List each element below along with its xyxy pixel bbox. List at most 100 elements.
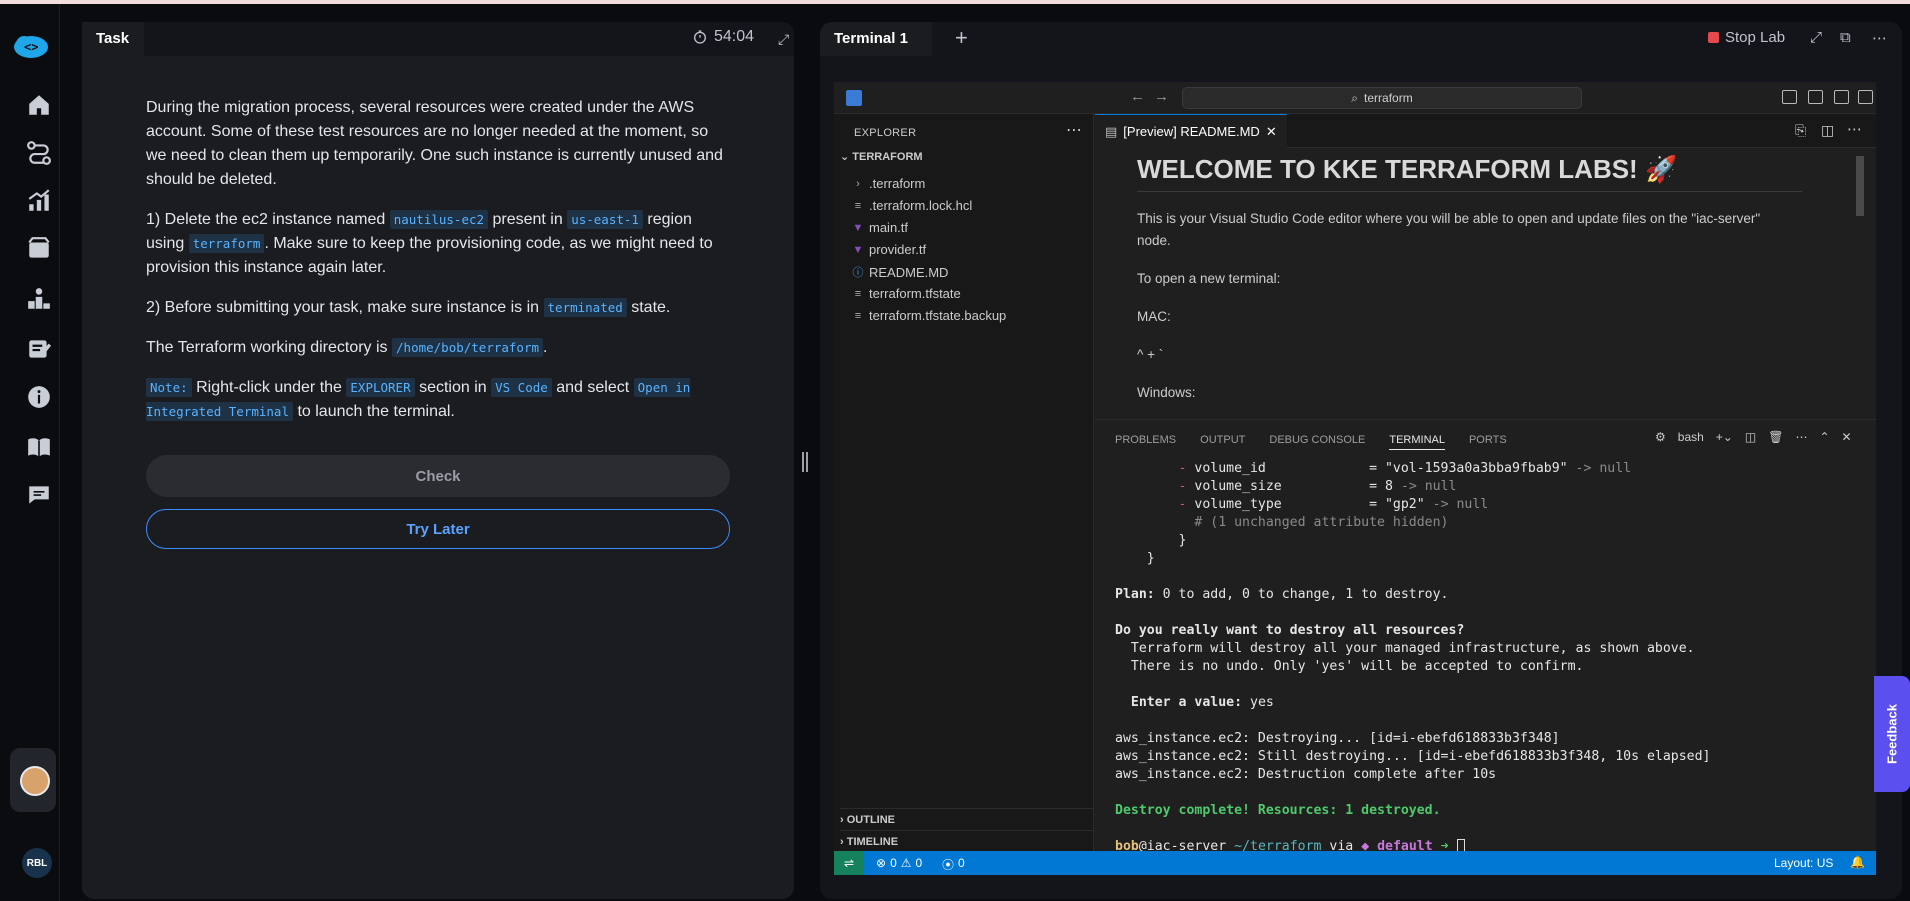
task-description: During the migration process, several re… <box>146 96 731 440</box>
roadmap-icon[interactable] <box>26 140 56 170</box>
editor-scrollbar[interactable] <box>1856 156 1864 216</box>
readme-paragraph: To open a new terminal: <box>1137 271 1281 286</box>
check-button[interactable]: Check <box>146 455 730 497</box>
vscode-titlebar: ← → ⌕ terraform <box>834 82 1876 114</box>
tree-item[interactable]: ≡ .terraform.lock.hcl <box>852 198 973 213</box>
code-terraform: terraform <box>188 234 265 253</box>
trash-icon[interactable]: 🗑 <box>1768 430 1783 444</box>
chevron-right-icon: › <box>840 836 847 848</box>
panel-resize-handle[interactable] <box>802 452 808 472</box>
file-lines-icon: ≡ <box>854 287 862 300</box>
timeline-section[interactable]: › TIMELINE <box>840 830 1094 848</box>
terminal-output[interactable]: - volume_id = "vol-1593a0a3bba9fbab9" ->… <box>1115 460 1855 856</box>
back-arrow-icon[interactable]: ← <box>1130 88 1145 105</box>
layout-icon[interactable] <box>1782 90 1797 104</box>
shell-name[interactable]: bash <box>1678 430 1704 444</box>
feedback-button[interactable]: Feedback <box>1874 676 1910 792</box>
tab-ports[interactable]: PORTS <box>1469 434 1507 450</box>
bell-icon[interactable]: 🔔 <box>1850 855 1865 869</box>
close-panel-icon[interactable]: ✕ <box>1842 430 1852 444</box>
panel-more-icon[interactable]: ⋯ <box>1795 430 1807 444</box>
editor-area: ▤ [Preview] README.MD ✕ ⎘ ◫ ⋯ WELCOME TO… <box>1095 114 1876 419</box>
readme-paragraph: Windows: <box>1137 385 1196 400</box>
leaderboard-icon[interactable] <box>26 286 56 316</box>
task-step-2: 2) Before submitting your task, make sur… <box>146 298 671 317</box>
tab-terminal-1[interactable]: Terminal 1 <box>820 22 932 56</box>
avatar[interactable] <box>20 766 50 796</box>
new-terminal-icon[interactable]: +⌄ <box>1716 430 1733 444</box>
book-icon[interactable] <box>26 434 56 464</box>
tab-terminal[interactable]: TERMINAL <box>1389 434 1445 450</box>
tree-item[interactable]: › .terraform <box>852 176 925 191</box>
file-lines-icon: ≡ <box>854 309 862 322</box>
split-terminal-icon[interactable]: ◫ <box>1745 430 1756 444</box>
toggle-panel-icon[interactable] <box>1834 90 1849 104</box>
top-accent-line <box>0 0 1910 4</box>
editor-more-icon[interactable]: ⋯ <box>1847 120 1862 138</box>
outline-section[interactable]: › OUTLINE <box>840 808 1094 826</box>
user-initials-badge[interactable]: RBL <box>22 848 52 878</box>
tree-item[interactable]: ⓘ README.MD <box>852 264 949 280</box>
app-logo-icon[interactable]: <> <box>11 32 51 60</box>
terraform-icon: ▼ <box>852 221 864 234</box>
ports-status[interactable]: ⦿ 0 <box>942 856 965 873</box>
progress-chart-icon[interactable] <box>26 188 56 218</box>
info-icon[interactable] <box>26 384 56 414</box>
chevron-down-icon: ⌄ <box>840 151 853 163</box>
tab-task[interactable]: Task <box>82 22 144 56</box>
try-later-button[interactable]: Try Later <box>146 509 730 549</box>
command-search[interactable]: ⌕ terraform <box>1182 87 1582 109</box>
open-external-icon[interactable]: ⧉ <box>1840 29 1851 46</box>
tree-item[interactable]: ≡ terraform.tfstate <box>852 286 961 301</box>
tree-item[interactable]: ≡ terraform.tfstate.backup <box>852 308 1007 323</box>
editor-tabs: ▤ [Preview] README.MD ✕ ⎘ ◫ ⋯ <box>1095 114 1876 148</box>
stopwatch-icon <box>694 30 706 44</box>
split-editor-icon[interactable]: ◫ <box>1821 122 1834 139</box>
open-source-icon[interactable]: ⎘ <box>1795 122 1806 139</box>
readme-paragraph: ^ + ` <box>1137 347 1164 362</box>
toggle-sidebar-icon[interactable] <box>1808 90 1823 104</box>
root-folder[interactable]: ⌄ TERRAFORM <box>840 150 923 163</box>
tab-problems[interactable]: PROBLEMS <box>1115 434 1176 450</box>
forward-arrow-icon[interactable]: → <box>1154 88 1169 105</box>
chat-icon[interactable] <box>26 482 56 512</box>
broadcast-icon: ⦿ <box>942 858 955 872</box>
fullscreen-icon[interactable]: ⤢ <box>1810 29 1822 46</box>
timer-value: 54:04 <box>714 28 755 45</box>
task-workdir: The Terraform working directory is /home… <box>146 338 548 357</box>
more-icon[interactable]: ⋯ <box>1872 29 1887 47</box>
toggle-secondary-sidebar-icon[interactable] <box>1858 90 1873 104</box>
remote-icon[interactable]: ⇌ <box>834 851 864 875</box>
tab-output[interactable]: OUTPUT <box>1200 434 1245 450</box>
keyboard-layout[interactable]: Layout: US <box>1774 856 1833 870</box>
readme-heading: WELCOME TO KKE TERRAFORM LABS! 🚀 <box>1137 154 1802 192</box>
code-explorer: EXPLORER <box>346 378 415 397</box>
code-workdir: /home/bob/terraform <box>392 338 544 357</box>
readme-paragraph: MAC: <box>1137 309 1171 324</box>
home-icon[interactable] <box>26 92 56 122</box>
error-icon: ⊗ <box>876 856 887 870</box>
tab-readme-preview[interactable]: ▤ [Preview] README.MD ✕ <box>1095 114 1287 148</box>
add-terminal-button[interactable]: + <box>955 25 968 51</box>
readme-paragraph: This is your Visual Studio Code editor w… <box>1137 211 1761 248</box>
expand-icon[interactable]: ⤢ <box>778 31 789 48</box>
chevron-up-icon[interactable]: ⌃ <box>1819 430 1829 444</box>
terraform-icon: ▼ <box>852 243 864 256</box>
tree-item[interactable]: ▼ main.tf <box>852 220 908 235</box>
explorer-more-icon[interactable]: ⋯ <box>1066 120 1082 140</box>
bottom-panel: PROBLEMS OUTPUT DEBUG CONSOLE TERMINAL P… <box>1095 419 1876 854</box>
problems-status[interactable]: ⊗ 0 ⚠ 0 <box>876 856 922 870</box>
search-icon: ⌕ <box>1351 90 1359 105</box>
vscode-menu-icon[interactable] <box>846 90 862 106</box>
labs-icon[interactable] <box>26 236 56 266</box>
info-icon: ⓘ <box>852 267 864 279</box>
notes-icon[interactable] <box>26 336 56 366</box>
task-step-1: 1) Delete the ec2 instance named nautilu… <box>146 210 713 276</box>
close-icon[interactable]: ✕ <box>1266 124 1277 140</box>
svg-text:<>: <> <box>24 40 38 54</box>
tree-item[interactable]: ▼ provider.tf <box>852 242 927 257</box>
vscode-window: ← → ⌕ terraform EXPLORER ⋯ ⌄ TERRAFORM ›… <box>834 82 1876 875</box>
code-instance-name: nautilus-ec2 <box>389 210 489 229</box>
stop-lab-button[interactable]: Stop Lab <box>1708 29 1785 46</box>
tab-debug-console[interactable]: DEBUG CONSOLE <box>1269 434 1365 450</box>
